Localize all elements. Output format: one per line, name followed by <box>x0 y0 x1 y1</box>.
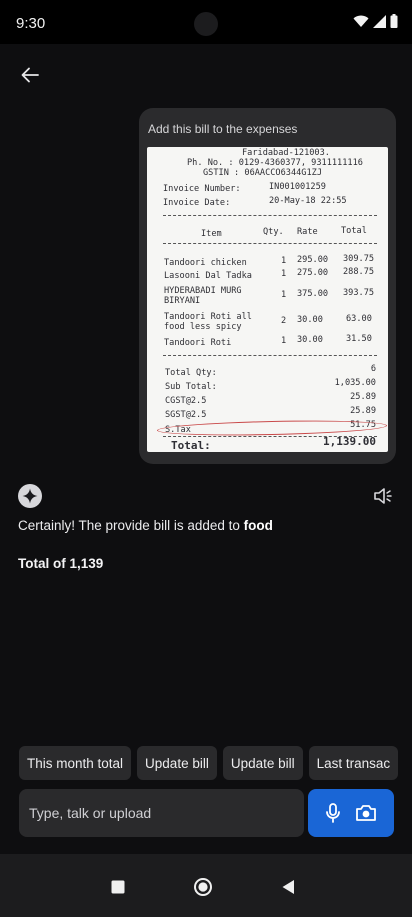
receipt-header-line: Faridabad-121003. <box>242 148 330 158</box>
receipt-header-line: GSTIN : 06AACCO6344G1ZJ <box>203 168 322 178</box>
item-name: HYDERABADI MURG BIRYANI <box>164 286 242 306</box>
suggestion-chip-update-bill[interactable]: Update bill <box>137 746 217 780</box>
invoice-date-label: Invoice Date: <box>163 198 231 208</box>
status-bar: 9:30 <box>0 0 412 44</box>
grand-total-label: Total: <box>171 439 211 452</box>
summary-label: SGST@2.5 <box>165 410 207 420</box>
back-button[interactable] <box>14 60 46 90</box>
user-message-bubble: Add this bill to the expenses Faridabad-… <box>139 108 396 464</box>
read-aloud-button[interactable] <box>372 486 394 506</box>
item-name: Tandoori Roti all food less spicy <box>164 312 252 332</box>
suggestion-chip-update-bill[interactable]: Update bill <box>222 746 303 780</box>
voice-camera-button-group <box>308 789 394 837</box>
assistant-total-line: Total of 1,139 <box>18 556 104 571</box>
invoice-date: 20-May-18 22:55 <box>269 196 347 206</box>
message-input-container <box>19 789 304 837</box>
front-camera <box>194 12 218 36</box>
reply-category: food <box>243 518 273 533</box>
invoice-number-label: Invoice Number: <box>163 184 241 194</box>
summary-label: Sub Total: <box>165 382 217 392</box>
item-rate: 30.00 <box>297 315 323 325</box>
item-rate: 375.00 <box>297 289 329 299</box>
column-header-rate: Rate <box>297 227 318 237</box>
camera-icon[interactable] <box>355 804 377 822</box>
item-qty: 1 <box>281 336 287 346</box>
assistant-reply: Certainly! The provide bill is added to … <box>18 518 273 533</box>
column-header-total: Total <box>341 226 367 236</box>
arrow-left-icon <box>21 67 39 83</box>
item-qty: 1 <box>281 269 287 279</box>
summary-value: 25.89 <box>350 392 376 402</box>
battery-icon <box>390 14 398 28</box>
reply-prefix: Certainly! The provide bill is added to <box>18 518 244 533</box>
message-input[interactable] <box>19 789 304 837</box>
receipt-image[interactable]: Faridabad-121003. Ph. No. : 0129-4360377… <box>147 147 388 452</box>
item-total: 309.75 <box>343 254 375 264</box>
suggestion-chips: This month total Update bill Update bill… <box>19 746 399 780</box>
item-name: Lasooni Dal Tadka <box>164 271 252 281</box>
item-name: Tandoori chicken <box>164 258 247 268</box>
item-qty: 1 <box>281 290 287 300</box>
chat-screen: Add this bill to the expenses Faridabad-… <box>0 44 412 854</box>
status-icons <box>353 14 398 28</box>
summary-label: CGST@2.5 <box>165 396 207 406</box>
summary-value: 1,035.00 <box>334 378 376 388</box>
grand-total-value: 1,139.00 <box>323 435 376 448</box>
receipt-divider <box>163 243 377 244</box>
item-total: 288.75 <box>343 267 375 277</box>
summary-value: 6 <box>370 364 376 374</box>
column-header-item: Item <box>201 229 222 239</box>
item-rate: 275.00 <box>297 268 329 278</box>
suggestion-chip-last-transaction[interactable]: Last transac <box>308 746 399 780</box>
summary-value: 25.89 <box>350 406 376 416</box>
suggestion-chip-month-total[interactable]: This month total <box>19 746 132 780</box>
sparkle-icon <box>22 488 38 504</box>
item-total: 393.75 <box>343 288 375 298</box>
user-message-text: Add this bill to the expenses <box>148 122 298 136</box>
item-total: 63.00 <box>346 314 372 324</box>
item-total: 31.50 <box>346 334 372 344</box>
receipt-divider <box>163 355 377 356</box>
invoice-number: IN001001259 <box>269 182 326 192</box>
signal-icon <box>373 14 386 28</box>
receipt-divider <box>163 215 377 216</box>
recents-square-icon[interactable] <box>108 877 128 897</box>
speaker-icon <box>374 488 392 504</box>
item-rate: 30.00 <box>297 335 323 345</box>
status-time: 9:30 <box>16 15 46 32</box>
receipt-header-line: Ph. No. : 0129-4360377, 9311111116 <box>187 158 363 168</box>
wifi-icon <box>353 15 369 27</box>
assistant-avatar <box>18 484 42 508</box>
item-qty: 1 <box>281 256 287 266</box>
column-header-qty: Qty. <box>263 227 284 237</box>
back-triangle-icon[interactable] <box>279 877 299 897</box>
summary-label: Total Qty: <box>165 368 217 378</box>
microphone-icon[interactable] <box>325 803 341 823</box>
system-nav-bar <box>0 854 412 917</box>
item-qty: 2 <box>281 316 287 326</box>
item-name: Tandoori Roti <box>164 338 232 348</box>
home-circle-icon[interactable] <box>193 877 213 897</box>
item-rate: 295.00 <box>297 255 329 265</box>
